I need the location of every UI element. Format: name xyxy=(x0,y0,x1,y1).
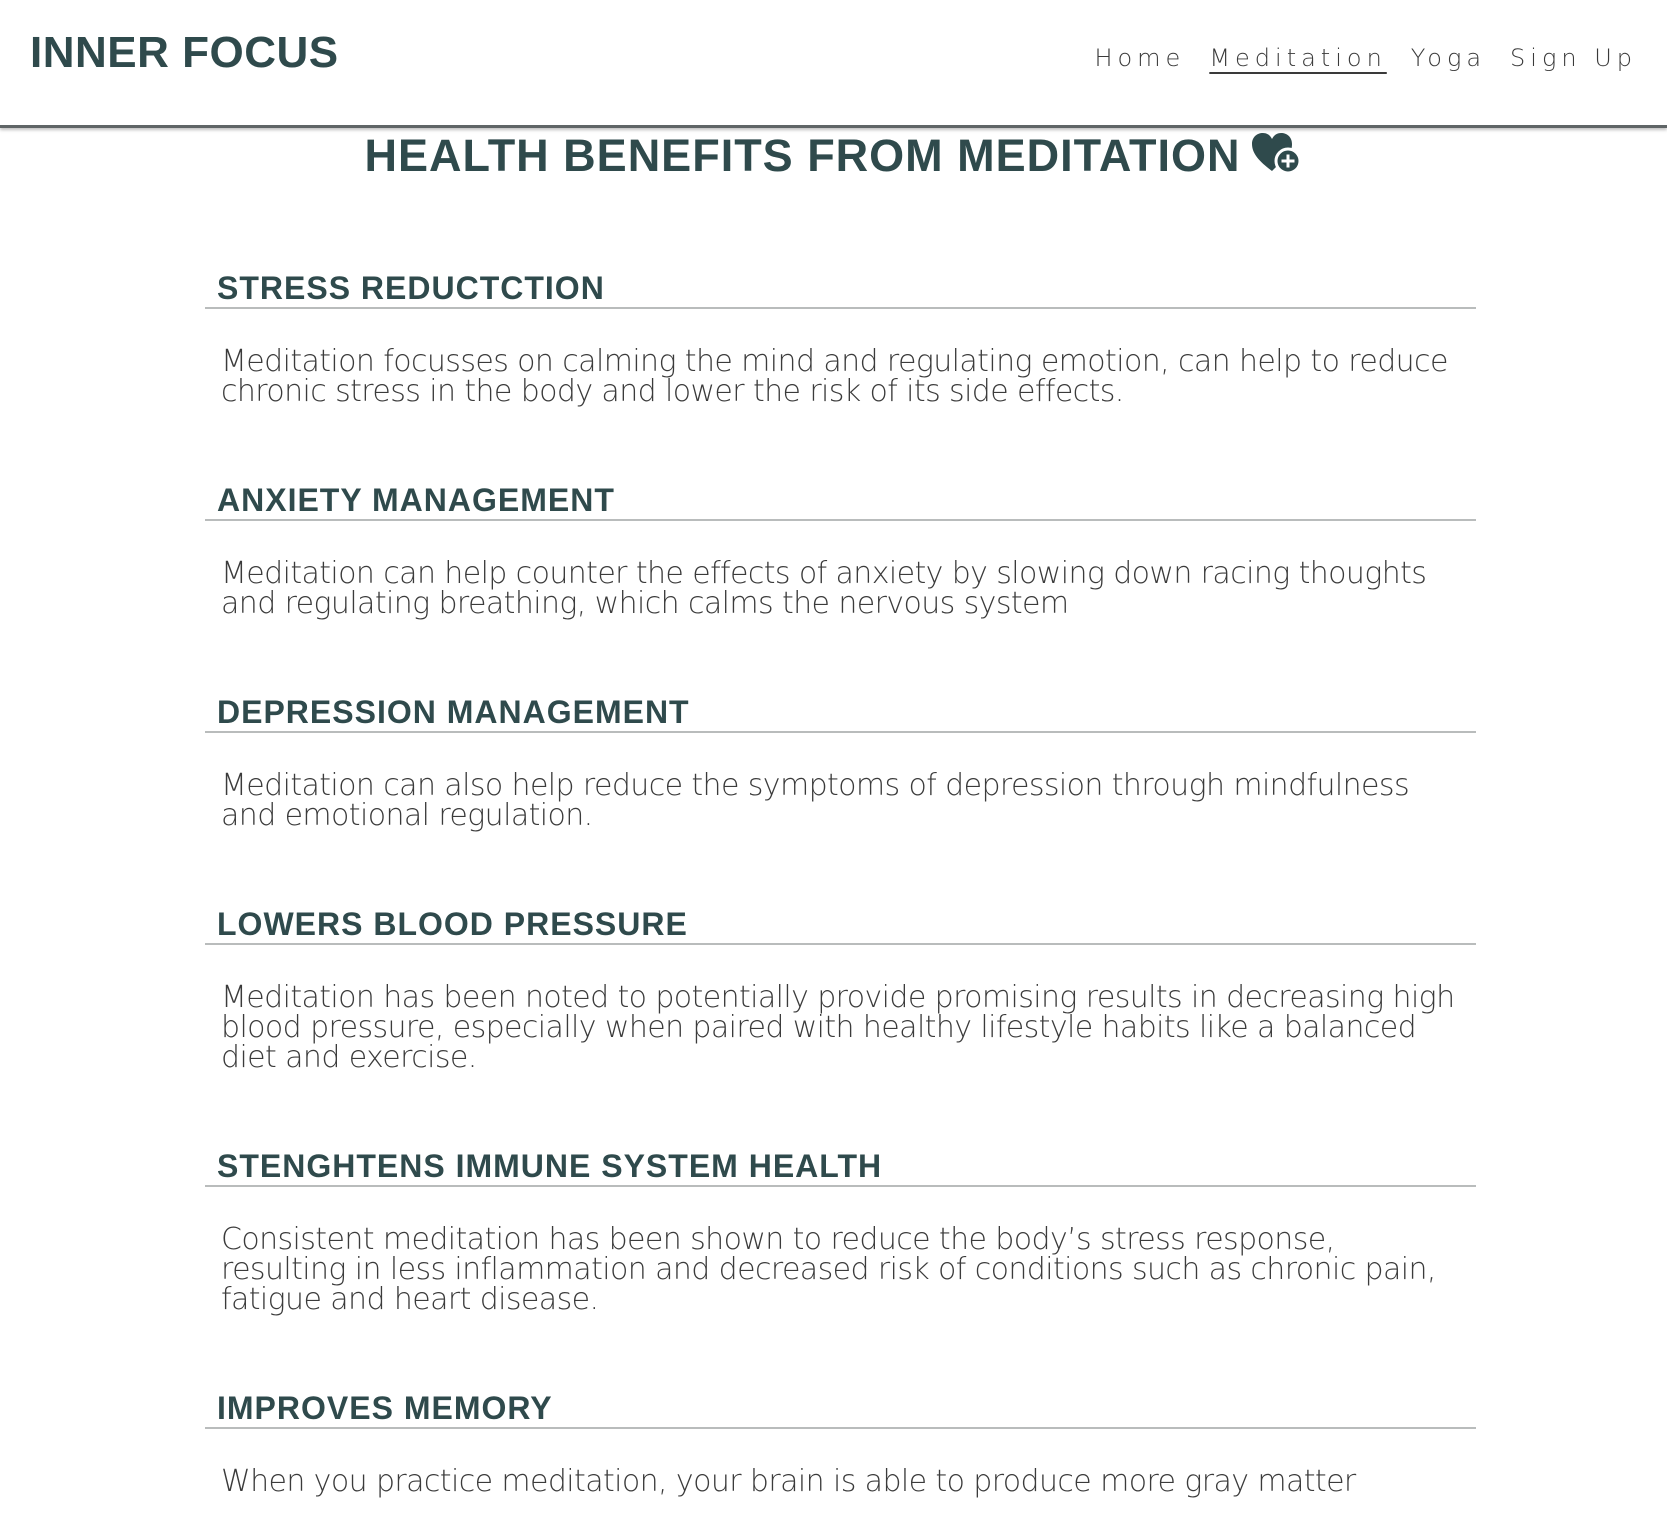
page-title-text: HEALTH BENEFITS FROM MEDITATION xyxy=(364,130,1241,181)
section-heading: IMPROVES MEMORY xyxy=(205,1390,1476,1429)
page-title: HEALTH BENEFITS FROM MEDITATION xyxy=(0,130,1667,182)
site-logo[interactable]: INNER FOCUS xyxy=(30,28,339,78)
benefit-section: ANXIETY MANAGEMENT Meditation can help c… xyxy=(205,482,1476,619)
section-heading: STRESS REDUCTCTION xyxy=(205,270,1476,309)
heart-plus-icon xyxy=(1250,131,1302,177)
section-body: Meditation focusses on calming the mind … xyxy=(221,344,1448,409)
nav-signup-link[interactable]: Sign Up xyxy=(1510,44,1637,74)
benefit-section: DEPRESSION MANAGEMENT Meditation can als… xyxy=(205,694,1476,831)
nav-home-link[interactable]: Home xyxy=(1094,44,1185,74)
section-heading: ANXIETY MANAGEMENT xyxy=(205,482,1476,521)
benefit-section: LOWERS BLOOD PRESSURE Meditation has bee… xyxy=(205,906,1476,1073)
site-header: INNER FOCUS Home Meditation Yoga Sign Up xyxy=(0,0,1667,128)
nav-yoga-link[interactable]: Yoga xyxy=(1411,44,1486,74)
section-body: When you practice meditation, your brain… xyxy=(221,1464,1356,1499)
benefits-list: STRESS REDUCTCTION Meditation focusses o… xyxy=(205,230,1476,1524)
section-heading: DEPRESSION MANAGEMENT xyxy=(205,694,1476,733)
nav-meditation-link[interactable]: Meditation xyxy=(1209,44,1386,74)
section-body: Meditation can also help reduce the symp… xyxy=(221,768,1410,833)
section-heading: LOWERS BLOOD PRESSURE xyxy=(205,906,1476,945)
benefit-section: IMPROVES MEMORY When you practice medita… xyxy=(205,1390,1476,1497)
benefit-section: STRESS REDUCTCTION Meditation focusses o… xyxy=(205,270,1476,407)
section-heading: STENGHTENS IMMUNE SYSTEM HEALTH xyxy=(205,1148,1476,1187)
section-body: Consistent meditation has been shown to … xyxy=(221,1222,1436,1317)
section-body: Meditation has been noted to potentially… xyxy=(221,980,1455,1075)
section-body: Meditation can help counter the effects … xyxy=(221,556,1427,621)
main-nav: Home Meditation Yoga Sign Up xyxy=(1070,44,1637,74)
benefit-section: STENGHTENS IMMUNE SYSTEM HEALTH Consiste… xyxy=(205,1148,1476,1315)
